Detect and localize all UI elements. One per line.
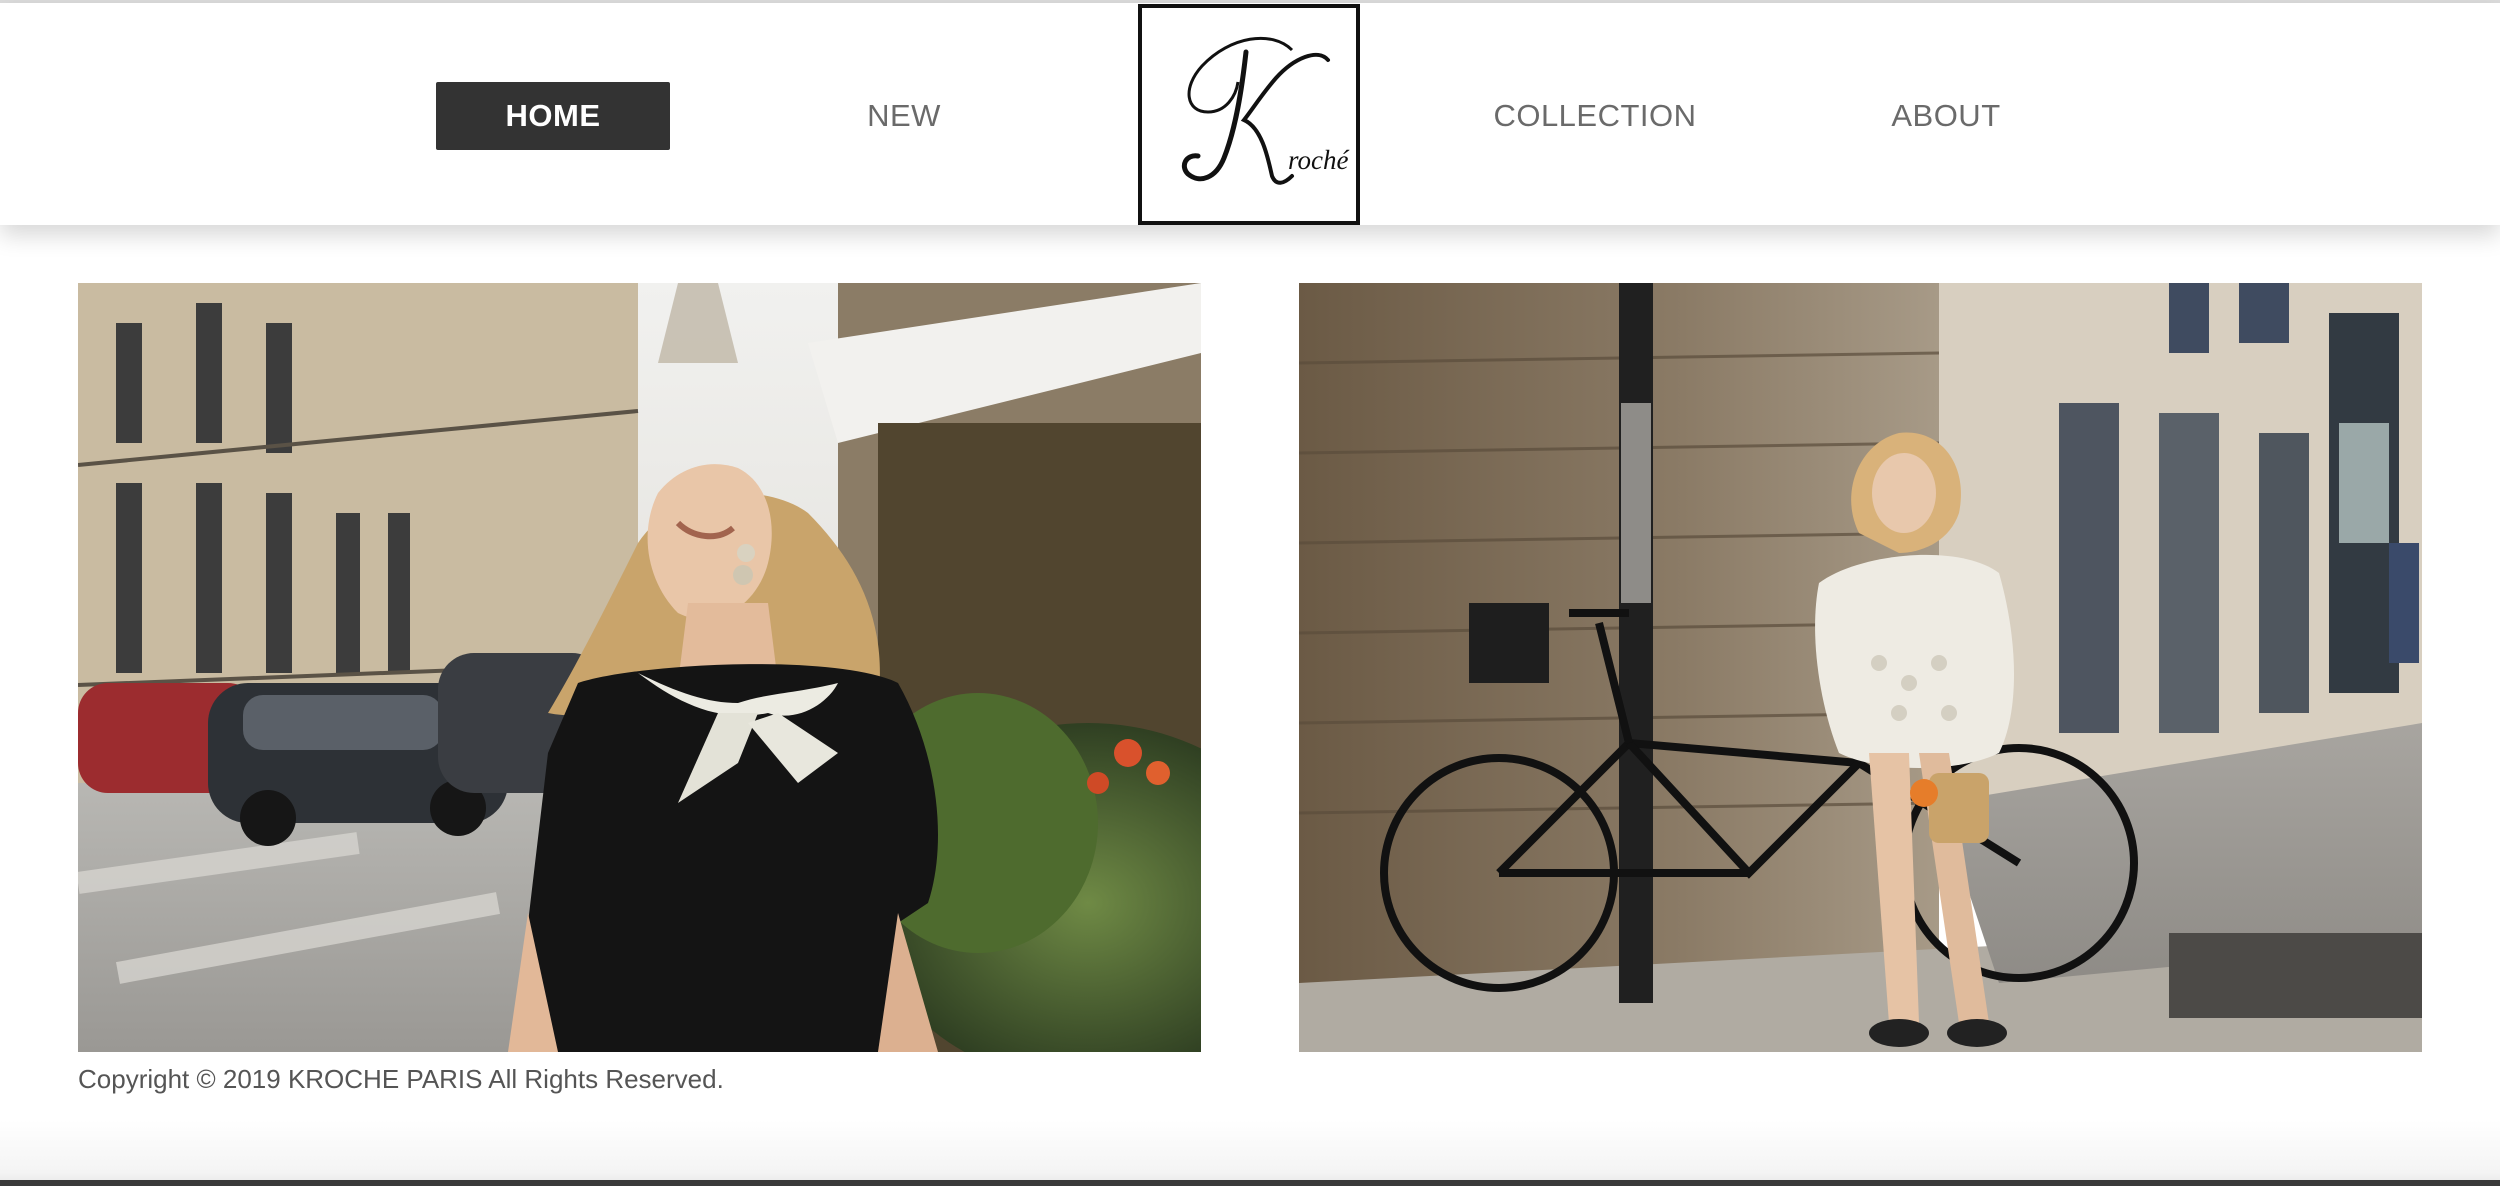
photo-woman-bicycle [1299,283,2422,1052]
copyright-text: Copyright © 2019 KROCHE PARIS All Rights… [78,1064,724,1094]
site-header: HOME NEW roché COLLECTION ABOUT [0,3,2500,225]
photo-woman-street [78,283,1201,1052]
nav-collection[interactable]: COLLECTION [1478,82,1712,150]
logo-wordmark: roché [1288,145,1349,175]
brand-logo[interactable]: roché [1138,4,1360,225]
nav-new[interactable]: NEW [820,82,988,150]
footer-area [0,1120,2500,1186]
page: HOME NEW roché COLLECTION ABOUT Copyrigh… [0,0,2500,1186]
nav-about[interactable]: ABOUT [1862,82,2030,150]
logo-mark: roché [1181,36,1349,185]
nav-home[interactable]: HOME [436,82,670,150]
bottom-edge [0,1180,2500,1186]
